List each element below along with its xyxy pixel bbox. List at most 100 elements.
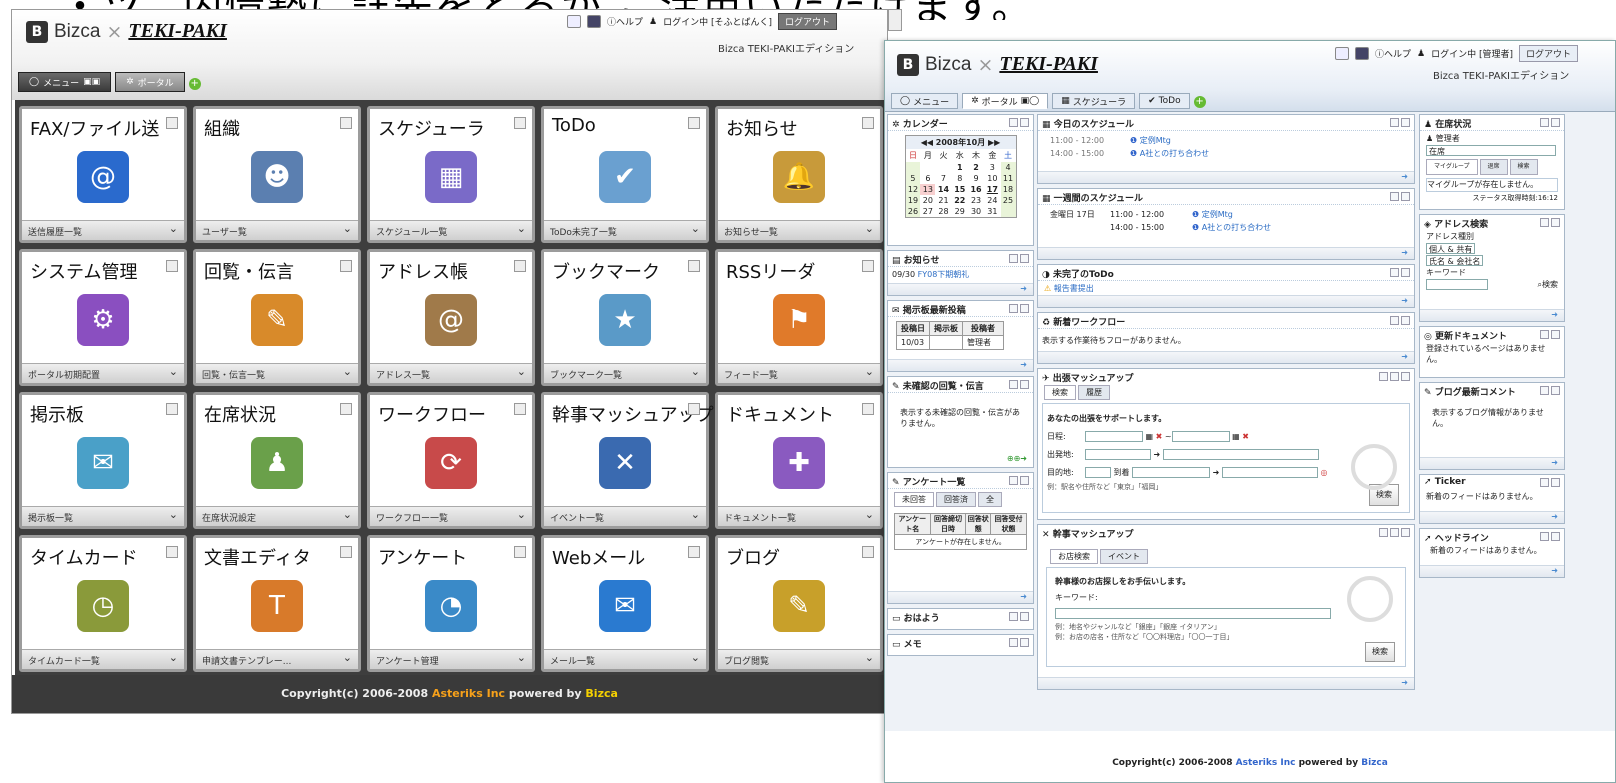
todo-link[interactable]: 報告書提出 [1054,284,1094,293]
tile-dropdown[interactable]: アンケート管理 [370,649,532,669]
panel-footer[interactable] [1038,247,1414,259]
tab-all[interactable]: 全 [978,492,1002,507]
tile-dropdown[interactable]: 在席状況設定 [196,506,358,526]
close-icon[interactable] [1551,118,1560,127]
tile-icon[interactable]: 🔔 [773,151,825,203]
tab-menu[interactable]: ◯ メニュー [891,93,959,109]
clear-icon[interactable]: ✖ [1156,432,1163,441]
add-tab-icon[interactable]: + [1193,96,1206,108]
tile-dropdown[interactable]: ドキュメント一覧 [718,506,880,526]
close-icon[interactable] [1020,380,1029,389]
calendar-day[interactable]: 6 [920,173,935,184]
tile-icon[interactable]: ⚙ [77,294,129,346]
calendar-day[interactable]: 12 [905,184,921,195]
calendar-day[interactable]: 1 [952,162,968,173]
panel-footer[interactable] [1420,309,1564,321]
tile-icon[interactable]: ◔ [425,580,477,632]
calendar-day[interactable]: 22 [952,195,968,206]
maximize-icon[interactable] [1390,372,1399,381]
panel-footer[interactable] [1420,511,1564,523]
close-icon[interactable] [1401,528,1410,537]
minimize-icon[interactable] [1540,532,1549,541]
close-icon[interactable] [1020,638,1029,647]
tab-away[interactable]: 退席 [1479,159,1508,175]
window-icon[interactable] [587,15,601,28]
panel-footer[interactable] [888,591,1033,603]
close-icon[interactable] [1020,476,1029,485]
tile-dropdown[interactable]: ブログ閲覧 [718,649,880,669]
tile-checkbox[interactable] [514,260,526,272]
minimize-icon[interactable] [1390,316,1399,325]
tab-search[interactable]: 検索 [1509,159,1538,175]
logout-button[interactable]: ログアウト [1519,45,1579,62]
calendar-day[interactable] [1000,206,1016,217]
calendar-picker-icon[interactable]: ▦ [1146,432,1154,441]
kanji-search-button[interactable]: 検索 [1365,642,1395,662]
menu-tile[interactable]: FAX/ファイル送 @ 送信履歴一覧 [19,106,187,243]
chat-icon[interactable] [1335,47,1349,60]
tile-dropdown[interactable]: 送信履歴一覧 [22,220,184,240]
tile-icon[interactable]: ◷ [77,580,129,632]
tile-dropdown[interactable]: イベント一覧 [544,506,706,526]
tile-dropdown[interactable]: ワークフロー一覧 [370,506,532,526]
minimize-icon[interactable] [1390,268,1399,277]
tile-icon[interactable]: T [251,580,303,632]
tab-portal[interactable]: ✲ ポータル ▣◯ [962,93,1049,109]
menu-tile[interactable]: ブックマーク ★ ブックマーク一覧 [541,249,709,386]
close-icon[interactable] [1551,478,1560,487]
tab-menu[interactable]: ◯ メニュー ▣▣ [18,72,112,92]
close-icon[interactable] [1401,192,1410,201]
minimize-icon[interactable] [1009,638,1018,647]
tile-dropdown[interactable]: ToDo未完了一覧 [544,220,706,240]
menu-tile[interactable]: 回覧・伝言 ✎ 回覧・伝言一覧 [193,249,361,386]
menu-tile[interactable]: お知らせ 🔔 お知らせ一覧 [715,106,883,243]
minimize-icon[interactable] [1009,612,1018,621]
calendar-day[interactable]: 24 [984,195,1000,206]
panel-footer[interactable] [1038,351,1414,363]
close-icon[interactable] [1401,316,1410,325]
tile-dropdown[interactable]: ユーザー覧 [196,220,358,240]
close-icon[interactable] [1020,612,1029,621]
address-keyword-input[interactable] [1426,279,1488,290]
tile-dropdown[interactable]: フィード一覧 [718,363,880,383]
go-icon[interactable]: ➜ [1213,468,1220,477]
menu-tile[interactable]: システム管理 ⚙ ポータル初期配置 [19,249,187,386]
panel-footer[interactable] [1038,677,1414,689]
refresh-icon[interactable]: ⊕⊕➜ [1007,454,1027,463]
from-select[interactable] [1162,449,1319,460]
menu-tile[interactable]: スケジューラ ▦ スケジュール一覧 [367,106,535,243]
menu-tile[interactable]: Webメール ✉ メール一覧 [541,535,709,672]
close-icon[interactable] [1020,254,1029,263]
tab-controls-icon[interactable]: ▣▣ [83,77,100,87]
calendar-day[interactable] [935,162,951,173]
calendar-day[interactable]: 5 [905,173,921,184]
minimize-icon[interactable] [1009,304,1018,313]
minimize-icon[interactable] [1540,330,1549,339]
tile-checkbox[interactable] [514,546,526,558]
tile-dropdown[interactable]: 回覧・伝言一覧 [196,363,358,383]
calendar-day[interactable]: 18 [1000,184,1016,195]
panel-footer[interactable] [1038,171,1414,183]
minimize-icon[interactable] [1390,118,1399,127]
address-type-select[interactable]: 個人 & 共有 [1426,243,1476,254]
tile-checkbox[interactable] [688,260,700,272]
menu-tile[interactable]: アドレス帳 @ アドレス一覧 [367,249,535,386]
tile-dropdown[interactable]: 掲示板一覧 [22,506,184,526]
calendar-day[interactable]: 28 [935,206,951,217]
calendar-day[interactable]: 31 [984,206,1000,217]
tile-checkbox[interactable] [340,403,352,415]
tile-icon[interactable]: ✉ [599,580,651,632]
menu-tile[interactable]: アンケート ◔ アンケート管理 [367,535,535,672]
calendar-day[interactable]: 21 [935,195,951,206]
close-icon[interactable] [1401,118,1410,127]
help-link[interactable]: ⓘヘルプ [1375,47,1411,60]
panel-footer[interactable] [1420,457,1564,469]
to-type-select[interactable] [1085,467,1111,478]
tile-icon[interactable]: ✎ [251,294,303,346]
tile-checkbox[interactable] [862,403,874,415]
minimize-icon[interactable] [1009,476,1018,485]
minimize-icon[interactable] [1009,380,1018,389]
minimize-icon[interactable] [1009,118,1018,127]
menu-tile[interactable]: 文書エディタ T 申請文書テンプレー... [193,535,361,672]
tile-checkbox[interactable] [862,546,874,558]
